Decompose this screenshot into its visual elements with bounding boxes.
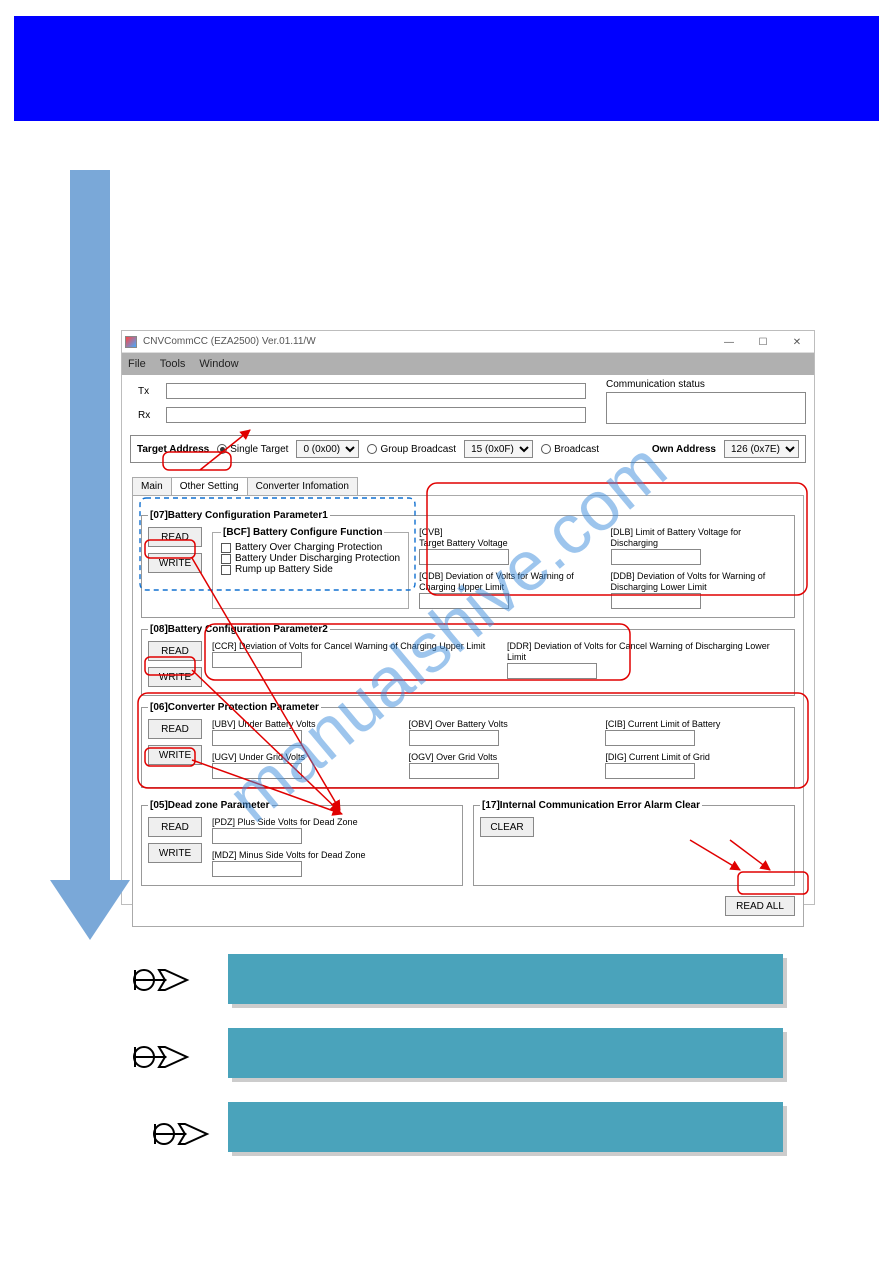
ddr-input[interactable]	[507, 663, 597, 679]
ogv-input[interactable]	[409, 763, 499, 779]
ccr-label: [CCR] Deviation of Volts for Cancel Warn…	[212, 641, 493, 652]
chk-over-charging[interactable]: Battery Over Charging Protection	[221, 542, 400, 553]
single-target-select[interactable]: 0 (0x00)	[296, 440, 359, 458]
group-17: [17]Internal Communication Error Alarm C…	[473, 800, 795, 886]
ugv-input[interactable]	[212, 763, 302, 779]
top-blue-banner	[14, 16, 879, 121]
pointing-hand-icon	[130, 1035, 194, 1079]
mdz-label: [MDZ] Minus Side Volts for Dead Zone	[212, 850, 456, 861]
radio-group-broadcast[interactable]: Group Broadcast	[367, 444, 456, 455]
comm-status-field	[606, 392, 806, 424]
btn-08-read[interactable]: READ	[148, 641, 202, 661]
close-button[interactable]: ✕	[780, 331, 814, 353]
tab-other-setting[interactable]: Other Setting	[172, 477, 248, 495]
group-07-legend: [07]Battery Configuration Parameter1	[148, 510, 330, 521]
tx-input[interactable]	[166, 383, 586, 399]
ddb-input[interactable]	[611, 593, 701, 609]
ogv-label: [OGV] Over Grid Volts	[409, 752, 592, 763]
dlb-label: [DLB] Limit of Battery Voltage for Disch…	[611, 527, 788, 549]
rx-label: Rx	[138, 410, 160, 421]
cib-input[interactable]	[605, 730, 695, 746]
tab-main[interactable]: Main	[132, 477, 172, 495]
app-icon	[125, 336, 137, 348]
dlb-input[interactable]	[611, 549, 701, 565]
callout-box-2	[228, 1028, 783, 1078]
rx-input[interactable]	[166, 407, 586, 423]
group-05-legend: [05]Dead zone Parameter	[148, 800, 272, 811]
btn-17-clear[interactable]: CLEAR	[480, 817, 534, 837]
callout-box-1	[228, 954, 783, 1004]
maximize-button[interactable]: ☐	[746, 331, 780, 353]
own-address-label: Own Address	[652, 444, 716, 455]
ddb-label: [DDB] Deviation of Volts for Warning of …	[611, 571, 788, 593]
app-window: CNVCommCC (EZA2500) Ver.01.11/W — ☐ ✕ Fi…	[121, 330, 815, 905]
group-06: [06]Converter Protection Parameter READ …	[141, 702, 795, 788]
group-07: [07]Battery Configuration Parameter1 REA…	[141, 510, 795, 618]
btn-06-read[interactable]: READ	[148, 719, 202, 739]
callout-box-3	[228, 1102, 783, 1152]
tab-converter-info[interactable]: Converter Infomation	[248, 477, 358, 495]
minimize-button[interactable]: —	[712, 331, 746, 353]
btn-08-write[interactable]: WRITE	[148, 667, 202, 687]
group-06-legend: [06]Converter Protection Parameter	[148, 702, 321, 713]
menu-file[interactable]: File	[128, 358, 146, 370]
cdb-label: [CDB] Deviation of Volts for Warning of …	[419, 571, 596, 593]
pdz-input[interactable]	[212, 828, 302, 844]
group-broadcast-select[interactable]: 15 (0x0F)	[464, 440, 533, 458]
btn-07-write[interactable]: WRITE	[148, 553, 202, 573]
ccr-input[interactable]	[212, 652, 302, 668]
cvb-input[interactable]	[419, 549, 509, 565]
cib-label: [CIB] Current Limit of Battery	[605, 719, 788, 730]
pointing-hand-icon	[150, 1112, 214, 1156]
bcf-legend: [BCF] Battery Configure Function	[221, 527, 384, 538]
mdz-input[interactable]	[212, 861, 302, 877]
tx-label: Tx	[138, 386, 160, 397]
comm-status-label: Communication status	[606, 379, 806, 390]
ubv-input[interactable]	[212, 730, 302, 746]
btn-06-write[interactable]: WRITE	[148, 745, 202, 765]
ugv-label: [UGV] Under Grid Volts	[212, 752, 395, 763]
ddr-label: [DDR] Deviation of Volts for Cancel Warn…	[507, 641, 788, 663]
menu-tools[interactable]: Tools	[160, 358, 186, 370]
radio-broadcast[interactable]: Broadcast	[541, 444, 599, 455]
group-08: [08]Battery Configuration Parameter2 REA…	[141, 624, 795, 696]
own-address-select[interactable]: 126 (0x7E)	[724, 440, 799, 458]
chk-under-discharging[interactable]: Battery Under Discharging Protection	[221, 553, 400, 564]
group-05: [05]Dead zone Parameter READ WRITE [PDZ]…	[141, 800, 463, 886]
chk-rump-up[interactable]: Rump up Battery Side	[221, 564, 400, 575]
pointing-hand-icon	[130, 958, 194, 1002]
radio-single-target[interactable]: Single Target	[217, 444, 288, 455]
group-08-legend: [08]Battery Configuration Parameter2	[148, 624, 330, 635]
pdz-label: [PDZ] Plus Side Volts for Dead Zone	[212, 817, 456, 828]
dig-label: [DIG] Current Limit of Grid	[605, 752, 788, 763]
btn-05-read[interactable]: READ	[148, 817, 202, 837]
cvb-label: [CVB] Target Battery Voltage	[419, 527, 596, 549]
btn-read-all[interactable]: READ ALL	[725, 896, 795, 916]
obv-label: [OBV] Over Battery Volts	[409, 719, 592, 730]
menu-bar: File Tools Window	[122, 353, 814, 375]
ubv-label: [UBV] Under Battery Volts	[212, 719, 395, 730]
menu-window[interactable]: Window	[199, 358, 238, 370]
dig-input[interactable]	[605, 763, 695, 779]
btn-07-read[interactable]: READ	[148, 527, 202, 547]
btn-05-write[interactable]: WRITE	[148, 843, 202, 863]
group-17-legend: [17]Internal Communication Error Alarm C…	[480, 800, 702, 811]
obv-input[interactable]	[409, 730, 499, 746]
target-address-label: Target Address	[137, 444, 209, 455]
window-title: CNVCommCC (EZA2500) Ver.01.11/W	[143, 336, 316, 347]
cdb-input[interactable]	[419, 593, 509, 609]
